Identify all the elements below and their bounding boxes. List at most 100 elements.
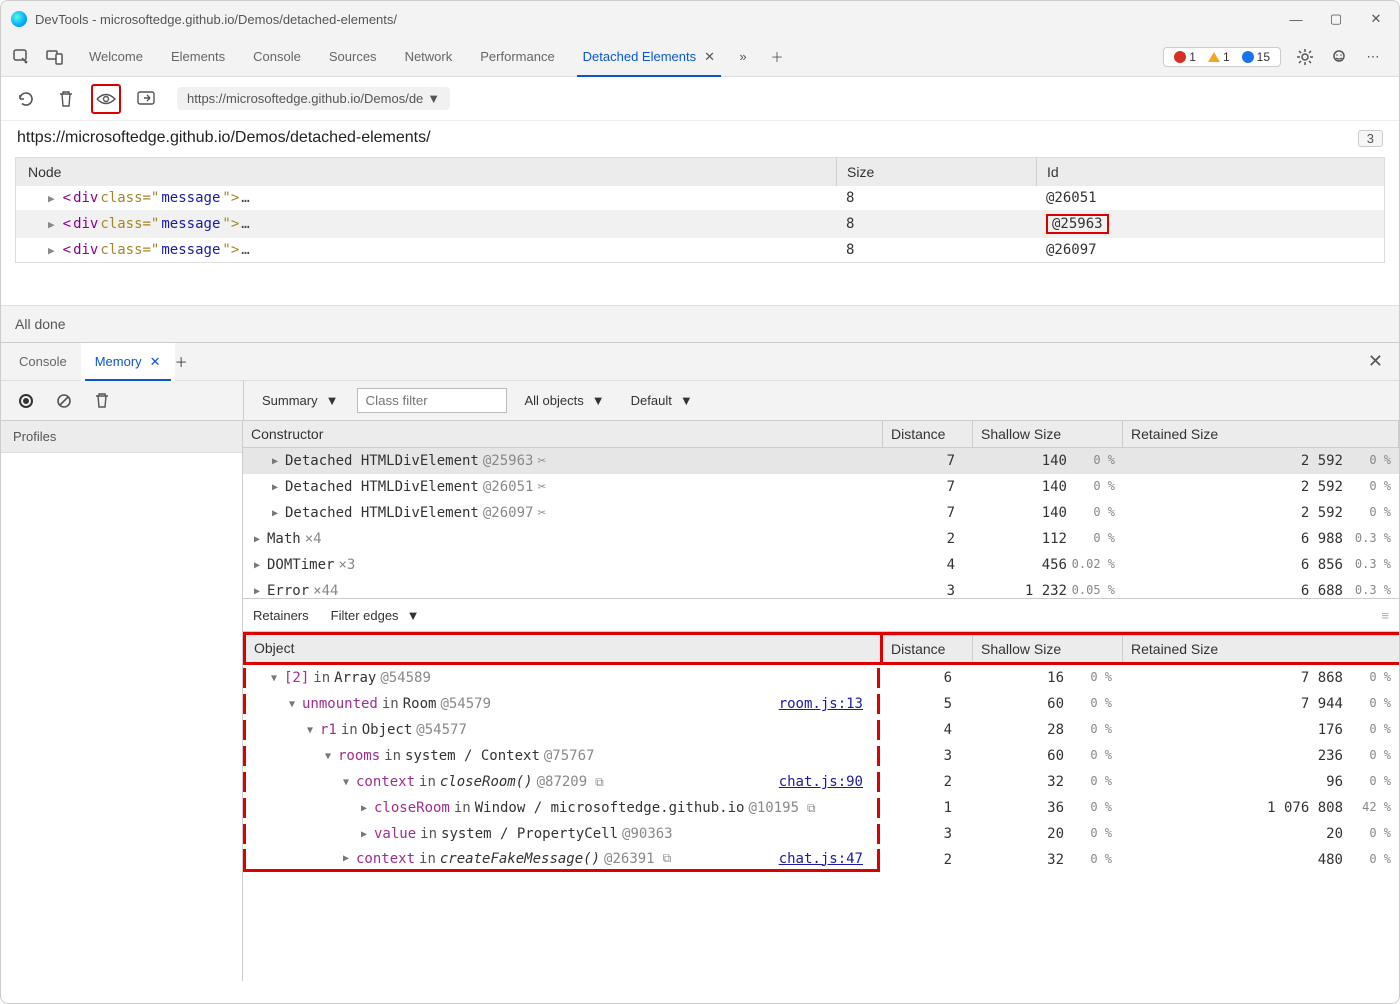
col-node[interactable]: Node — [16, 158, 836, 186]
expand-icon[interactable]: ▶ — [340, 853, 352, 864]
expand-icon[interactable]: ▶ — [48, 244, 55, 257]
menu-icon[interactable]: ≡ — [1381, 608, 1389, 623]
clear-icon[interactable] — [49, 386, 79, 416]
add-drawer-tab-icon[interactable]: ＋ — [175, 352, 188, 371]
all-objects-dropdown[interactable]: All objects ▼ — [517, 390, 613, 411]
expand-icon[interactable]: ▶ — [251, 534, 263, 545]
copy-icon[interactable]: ⧉ — [595, 775, 604, 790]
drawer-tab-memory[interactable]: Memory ✕ — [81, 343, 175, 381]
retainer-row[interactable]: ▼ rooms in system / Context @75767 3 600… — [243, 743, 1399, 769]
profiles-sidebar: Profiles — [1, 421, 243, 981]
trash-icon[interactable] — [87, 386, 117, 416]
close-icon[interactable]: ✕ — [1369, 12, 1383, 26]
chevron-down-icon: ▼ — [680, 393, 693, 408]
feedback-icon[interactable] — [1325, 43, 1353, 71]
settings-icon[interactable] — [1291, 43, 1319, 71]
expand-icon[interactable]: ▼ — [286, 699, 298, 710]
tab-network[interactable]: Network — [391, 37, 467, 77]
dock-icon[interactable] — [131, 84, 161, 114]
retainer-row[interactable]: ▼ [2] in Array @54589 6 160 % 7 8680 % — [243, 665, 1399, 691]
constructor-row[interactable]: ▶Detached HTMLDivElement @25963 ✂ 7 1400… — [243, 448, 1399, 474]
copy-icon[interactable]: ⧉ — [663, 851, 672, 866]
class-filter-input[interactable] — [357, 388, 507, 413]
expand-icon[interactable]: ▶ — [251, 586, 263, 597]
refresh-icon[interactable] — [11, 84, 41, 114]
expand-icon[interactable]: ▶ — [251, 560, 263, 571]
col-constructor[interactable]: Constructor — [243, 421, 883, 447]
tab-elements[interactable]: Elements — [157, 37, 239, 77]
summary-dropdown[interactable]: Summary ▼ — [254, 390, 347, 411]
page-url-header: https://microsoftedge.github.io/Demos/de… — [1, 121, 1399, 157]
window-buttons: ― ▢ ✕ — [1289, 12, 1383, 26]
expand-icon[interactable]: ▶ — [358, 829, 370, 840]
col-id[interactable]: Id — [1036, 158, 1384, 186]
expand-icon[interactable]: ▼ — [340, 777, 352, 788]
more-tabs-icon[interactable]: » — [729, 43, 757, 71]
retainer-row[interactable]: ▼ unmounted in Room @54579 room.js:13 5 … — [243, 691, 1399, 717]
retainer-row[interactable]: ▶ value in system / PropertyCell @90363 … — [243, 821, 1399, 847]
chevron-down-icon: ▼ — [592, 393, 605, 408]
col-distance2[interactable]: Distance — [883, 635, 973, 662]
expand-icon[interactable]: ▶ — [269, 456, 281, 467]
expand-icon[interactable]: ▶ — [48, 218, 55, 231]
col-object[interactable]: Object — [246, 635, 883, 662]
window-title: DevTools - microsoftedge.github.io/Demos… — [35, 12, 1289, 27]
error-icon — [1174, 51, 1186, 63]
tab-console[interactable]: Console — [239, 37, 315, 77]
retainer-row[interactable]: ▶ context in createFakeMessage() @26391⧉… — [243, 847, 1399, 873]
constructor-row[interactable]: ▶Error ×44 3 1 2320.05 % 6 6880.3 % — [243, 578, 1399, 598]
issue-badges[interactable]: 1 1 15 — [1163, 47, 1281, 67]
drawer-close-icon[interactable]: ✕ — [1368, 351, 1383, 372]
table-row[interactable]: ▶ <div class="message">… 8 @26097 — [16, 238, 1384, 262]
drawer-tab-console[interactable]: Console — [5, 343, 81, 381]
chevron-down-icon: ▼ — [427, 91, 440, 106]
constructor-row[interactable]: ▶Detached HTMLDivElement @26097 ✂ 7 1400… — [243, 500, 1399, 526]
table-row[interactable]: ▶ <div class="message">… 8 @25963 — [16, 210, 1384, 238]
url-dropdown[interactable]: https://microsoftedge.github.io/Demos/de… — [177, 87, 450, 110]
minimize-icon[interactable]: ― — [1289, 12, 1303, 26]
source-link[interactable]: chat.js:90 — [779, 774, 863, 790]
expand-icon[interactable]: ▼ — [304, 725, 316, 736]
col-retained2[interactable]: Retained Size — [1123, 635, 1399, 662]
tab-close-icon[interactable]: ✕ — [150, 354, 161, 370]
tab-close-icon[interactable]: ✕ — [704, 49, 715, 65]
col-retained[interactable]: Retained Size — [1123, 421, 1399, 447]
maximize-icon[interactable]: ▢ — [1329, 12, 1343, 26]
constructor-rows: ▶Detached HTMLDivElement @25963 ✂ 7 1400… — [243, 448, 1399, 598]
delete-icon[interactable] — [51, 84, 81, 114]
filter-edges-dropdown[interactable]: Filter edges ▼ — [323, 605, 428, 626]
constructor-row[interactable]: ▶Math ×4 2 1120 % 6 9880.3 % — [243, 526, 1399, 552]
copy-icon[interactable]: ⧉ — [807, 801, 816, 816]
expand-icon[interactable]: ▼ — [268, 673, 280, 684]
expand-icon[interactable]: ▼ — [322, 751, 334, 762]
retainer-row[interactable]: ▶ closeRoom in Window / microsoftedge.gi… — [243, 795, 1399, 821]
default-dropdown[interactable]: Default ▼ — [623, 390, 701, 411]
tab-detached-elements[interactable]: Detached Elements ✕ — [569, 37, 729, 77]
device-toggle-icon[interactable] — [41, 43, 69, 71]
url-text: https://microsoftedge.github.io/Demos/de — [187, 91, 423, 106]
add-tab-icon[interactable]: ＋ — [763, 43, 791, 71]
retainer-row[interactable]: ▼ context in closeRoom() @87209⧉ chat.js… — [243, 769, 1399, 795]
constructor-row[interactable]: ▶Detached HTMLDivElement @26051 ✂ 7 1400… — [243, 474, 1399, 500]
expand-icon[interactable]: ▶ — [358, 803, 370, 814]
tab-performance[interactable]: Performance — [466, 37, 568, 77]
expand-icon[interactable]: ▶ — [48, 192, 55, 205]
col-shallow2[interactable]: Shallow Size — [973, 635, 1123, 662]
tab-welcome[interactable]: Welcome — [75, 37, 157, 77]
menu-icon[interactable]: ⋯ — [1359, 43, 1387, 71]
source-link[interactable]: chat.js:47 — [779, 851, 863, 867]
expand-icon[interactable]: ▶ — [269, 508, 281, 519]
col-size[interactable]: Size — [836, 158, 1036, 186]
tab-sources[interactable]: Sources — [315, 37, 391, 77]
col-shallow[interactable]: Shallow Size — [973, 421, 1123, 447]
retainer-row[interactable]: ▼ r1 in Object @54577 4 280 % 1760 % — [243, 717, 1399, 743]
constructor-row[interactable]: ▶DOMTimer ×3 4 4560.02 % 6 8560.3 % — [243, 552, 1399, 578]
eye-icon[interactable] — [91, 84, 121, 114]
col-distance[interactable]: Distance — [883, 421, 973, 447]
inspect-icon[interactable] — [7, 43, 35, 71]
table-row[interactable]: ▶ <div class="message">… 8 @26051 — [16, 186, 1384, 210]
expand-icon[interactable]: ▶ — [269, 482, 281, 493]
detached-node-table: Node Size Id ▶ <div class="message">… 8 … — [15, 157, 1385, 263]
source-link[interactable]: room.js:13 — [779, 696, 863, 712]
record-icon[interactable] — [11, 386, 41, 416]
